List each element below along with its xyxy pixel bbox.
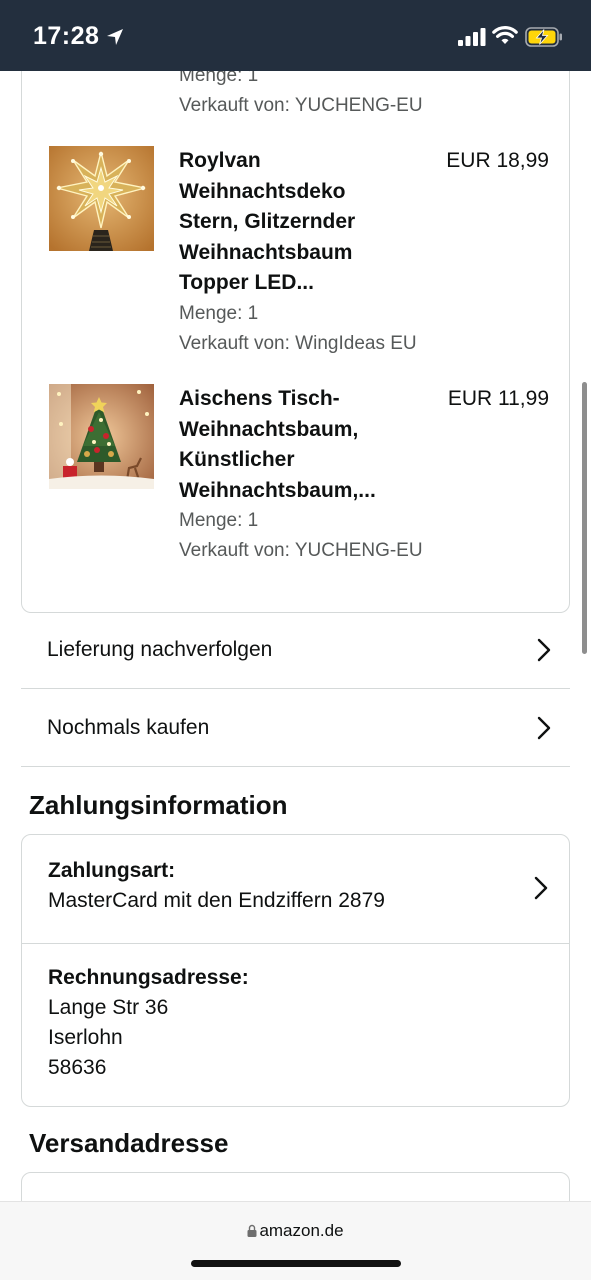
order-items-card: Menge: 1 Verkauft von: YUCHENG-EU Roylva… [21,71,570,613]
order-details-content[interactable]: Menge: 1 Verkauft von: YUCHENG-EU Roylva… [0,71,591,1201]
payment-method-row[interactable]: Zahlungsart: MasterCard mit den Endziffe… [22,835,569,944]
item-quantity: Menge: 1 [179,71,259,86]
chevron-right-icon [537,716,551,740]
location-arrow-icon [107,29,123,45]
battery-charging-icon [525,27,562,47]
billing-address-label: Rechnungsadresse: [48,966,249,989]
wifi-icon [492,26,518,44]
product-price: EUR 18,99 [446,149,549,172]
item-seller: Verkauft von: YUCHENG-EU [179,540,423,561]
billing-address-line: Iserlohn [48,1026,123,1049]
item-seller: Verkauft von: YUCHENG-EU [179,95,423,116]
chevron-right-icon [537,638,551,662]
product-title[interactable]: Aischens Tisch-Weihnachtsbaum, Künstlich… [179,384,409,506]
track-delivery-button[interactable]: Lieferung nachverfolgen [21,612,570,689]
cellular-signal-icon [458,28,486,46]
payment-card: Zahlungsart: MasterCard mit den Endziffe… [21,834,570,1107]
scrollbar[interactable] [582,382,587,654]
list-item: Menge: 1 Verkauft von: YUCHENG-EU [179,71,423,121]
url-display[interactable]: amazon.de [0,1221,591,1241]
track-delivery-label: Lieferung nachverfolgen [47,638,273,661]
item-seller: Verkauft von: WingIdeas EU [179,333,417,354]
url-text: amazon.de [259,1221,344,1240]
shipping-section-title: Versandadresse [29,1128,229,1158]
product-image-mini-tree[interactable] [49,384,154,489]
payment-method-label: Zahlungsart: [48,859,176,882]
item-quantity: Menge: 1 [179,303,259,324]
buy-again-label: Nochmals kaufen [47,716,210,739]
product-title[interactable]: Roylvan Weihnachtsdeko Stern, Glitzernde… [179,146,409,299]
payment-method-value: MasterCard mit den Endziffern 2879 [48,889,385,912]
status-bar: 17:28 [0,0,591,71]
payment-section-title: Zahlungsinformation [29,790,288,820]
shipping-address-card [21,1172,570,1201]
billing-address-line: 58636 [48,1056,107,1079]
lock-icon [247,1224,257,1237]
product-image-star-topper[interactable] [49,146,154,251]
home-indicator[interactable] [191,1260,401,1267]
billing-address-line: Lange Str 36 [48,996,169,1019]
browser-url-bar[interactable]: amazon.de [0,1201,591,1280]
chevron-right-icon [534,876,548,900]
item-quantity: Menge: 1 [179,510,259,531]
product-price: EUR 11,99 [447,387,549,410]
status-time: 17:28 [33,22,100,50]
buy-again-button[interactable]: Nochmals kaufen [21,690,570,767]
